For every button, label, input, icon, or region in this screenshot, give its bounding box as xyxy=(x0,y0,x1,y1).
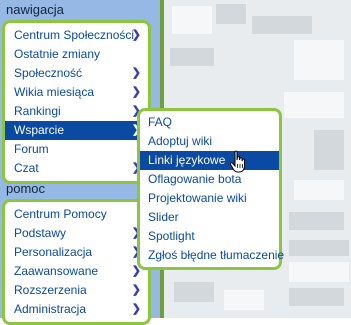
submenu-item-item-label: Zgłoś błędne tłumaczenie xyxy=(148,248,285,262)
nav-item-wikia-miesiaca[interactable]: Wikia miesiąca ❯ xyxy=(5,83,148,102)
chevron-right-icon: ❯ xyxy=(131,86,141,98)
chevron-right-icon: ❯ xyxy=(131,29,141,41)
submenu-item-projektowanie-wiki[interactable]: Projektowanie wiki xyxy=(140,189,279,208)
navigation-menu: Centrum Społeczności ❯ Ostatnie zmiany Społ… xyxy=(2,20,151,184)
nav-item-ostatnie-zmiany[interactable]: Ostatnie zmiany xyxy=(5,45,148,64)
nav-item-item-label: Centrum Społeczności xyxy=(14,28,135,42)
nav-item-spolecznosc[interactable]: Społeczność ❯ xyxy=(5,64,148,83)
nav-item-centrum-spolecznosci[interactable]: Centrum Społeczności ❯ xyxy=(5,26,148,45)
help-item-item-label: Podstawy xyxy=(14,226,67,240)
submenu-item-item-label: Oflagowanie bota xyxy=(148,172,242,186)
nav-item-czat[interactable]: Czat❯ xyxy=(5,159,148,178)
help-item-item-label: Centrum Pomocy xyxy=(14,207,107,221)
help-title: pomoc xyxy=(6,181,46,196)
submenu-item-adoptuj-wiki[interactable]: Adoptuj wiki xyxy=(140,132,279,151)
submenu-item-item-label: Linki językowe xyxy=(148,153,226,167)
nav-item-item-label: Forum xyxy=(14,142,49,156)
submenu-item-item-label: Slider xyxy=(148,210,179,224)
help-menu: Centrum PomocyPodstawy❯Personalizacja❯Za… xyxy=(2,199,151,325)
nav-item-item-label: Ostatnie zmiany xyxy=(14,47,101,61)
help-item-rozszerzenia[interactable]: Rozszerzenia ❯ xyxy=(5,281,148,300)
nav-item-rankingi[interactable]: Rankingi ❯ xyxy=(5,102,148,121)
support-submenu: FAQ Adoptuj wiki Linki językowe Oflagowanie… xyxy=(137,108,284,270)
submenu-item-slider[interactable]: Slider xyxy=(140,208,279,227)
nav-item-item-label: Rankingi xyxy=(14,104,61,118)
help-item-administracja[interactable]: Administracja ❯ xyxy=(5,300,148,319)
nav-item-wsparcie[interactable]: Wsparcie❯ xyxy=(5,121,148,140)
help-item-item-label: Administracja xyxy=(14,302,87,316)
submenu-item-spotlight[interactable]: Spotlight xyxy=(140,227,279,246)
nav-item-item-label: Społeczność xyxy=(14,66,83,80)
chevron-right-icon: ❯ xyxy=(131,284,141,296)
submenu-item-item-label: Projektowanie wiki xyxy=(148,191,247,205)
chevron-right-icon: ❯ xyxy=(131,67,141,79)
help-item-item-label: Rozszerzenia xyxy=(14,283,87,297)
submenu-item-linki-jezykowe[interactable]: Linki językowe xyxy=(140,151,279,170)
submenu-item-item-label: FAQ xyxy=(148,115,173,129)
submenu-item-zglos-bledne-tlumaczenie[interactable]: Zgłoś błędne tłumaczenie xyxy=(140,246,284,265)
navigation-title: nawigacja xyxy=(6,2,64,17)
submenu-item-faq[interactable]: FAQ xyxy=(140,113,279,132)
help-item-item-label: Zaawansowane xyxy=(14,264,99,278)
hand-pointer-icon xyxy=(229,150,245,173)
help-item-zaawansowane[interactable]: Zaawansowane ❯ xyxy=(5,262,148,281)
help-item-personalizacja[interactable]: Personalizacja❯ xyxy=(5,243,148,262)
submenu-item-oflagowanie-bota[interactable]: Oflagowanie bota xyxy=(140,170,279,189)
help-item-centrum-pomocy[interactable]: Centrum Pomocy xyxy=(5,205,148,224)
submenu-item-item-label: Spotlight xyxy=(148,229,195,243)
help-item-podstawy[interactable]: Podstawy❯ xyxy=(5,224,148,243)
help-item-item-label: Personalizacja xyxy=(14,245,93,259)
nav-item-item-label: Wikia miesiąca xyxy=(14,85,95,99)
submenu-item-item-label: Adoptuj wiki xyxy=(148,134,213,148)
nav-item-item-label: Czat xyxy=(14,161,39,175)
nav-item-item-label: Wsparcie xyxy=(14,123,65,137)
nav-item-forum[interactable]: Forum xyxy=(5,140,148,159)
chevron-right-icon: ❯ xyxy=(131,303,141,315)
